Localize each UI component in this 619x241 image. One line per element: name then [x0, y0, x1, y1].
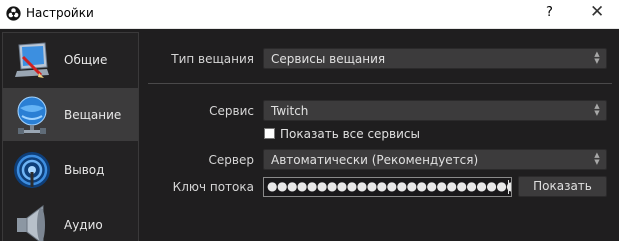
- stream-type-value: Сервисы вещания: [271, 52, 386, 66]
- text-caret: [508, 180, 509, 194]
- show-key-button[interactable]: Показать: [518, 176, 607, 197]
- stream-type-select[interactable]: Сервисы вещания ▲ ▼: [263, 48, 607, 69]
- window-titlebar: Настройки ? ✕: [0, 0, 619, 29]
- sidebar-item-stream[interactable]: Вещание: [3, 88, 138, 141]
- sidebar-item-label: Вывод: [64, 163, 105, 177]
- globe-network-icon: [17, 96, 47, 134]
- speaker-icon: [17, 205, 45, 241]
- stream-key-value: ●●●●●●●●●●●●●●●●●●●●●●●●●●●●●●●●●●●●●●●●: [267, 179, 512, 193]
- window-title: Настройки: [26, 6, 94, 20]
- close-button[interactable]: ✕: [590, 2, 604, 22]
- help-button[interactable]: ?: [546, 5, 553, 20]
- stream-type-label: Тип вещания: [171, 52, 254, 66]
- sidebar-item-label: Вещание: [64, 108, 122, 122]
- chevron-updown-icon: ▲ ▼: [594, 102, 600, 117]
- sidebar-item-output[interactable]: Вывод: [3, 143, 138, 196]
- server-select[interactable]: Автоматически (Рекомендуется) ▲ ▼: [263, 149, 607, 170]
- separator: [148, 83, 612, 84]
- obs-logo-icon: [6, 6, 21, 21]
- server-label: Сервер: [208, 153, 254, 167]
- settings-sidebar: Общие Вещание Вывод Аудио: [2, 32, 139, 241]
- show-all-services-checkbox[interactable]: [264, 128, 275, 139]
- sidebar-item-general[interactable]: Общие: [3, 33, 138, 86]
- server-value: Автоматически (Рекомендуется): [271, 153, 479, 167]
- sidebar-item-label: Общие: [64, 53, 108, 67]
- sidebar-item-audio[interactable]: Аудио: [3, 198, 138, 241]
- stream-settings-panel: Тип вещания Сервисы вещания ▲ ▼ Сервис Tw…: [142, 32, 619, 241]
- stream-key-label: Ключ потока: [172, 180, 254, 194]
- service-select[interactable]: Twitch ▲ ▼: [263, 100, 607, 121]
- chevron-updown-icon: ▲ ▼: [594, 151, 600, 166]
- stream-key-input[interactable]: ●●●●●●●●●●●●●●●●●●●●●●●●●●●●●●●●●●●●●●●●: [263, 177, 512, 197]
- service-label: Сервис: [209, 104, 254, 118]
- broadcast-antenna-icon: [14, 152, 50, 188]
- sidebar-item-label: Аудио: [64, 218, 103, 232]
- monitor-icon: [15, 42, 49, 78]
- service-value: Twitch: [271, 104, 309, 118]
- show-all-services-label[interactable]: Показать все сервисы: [280, 127, 420, 141]
- chevron-updown-icon: ▲ ▼: [594, 50, 600, 65]
